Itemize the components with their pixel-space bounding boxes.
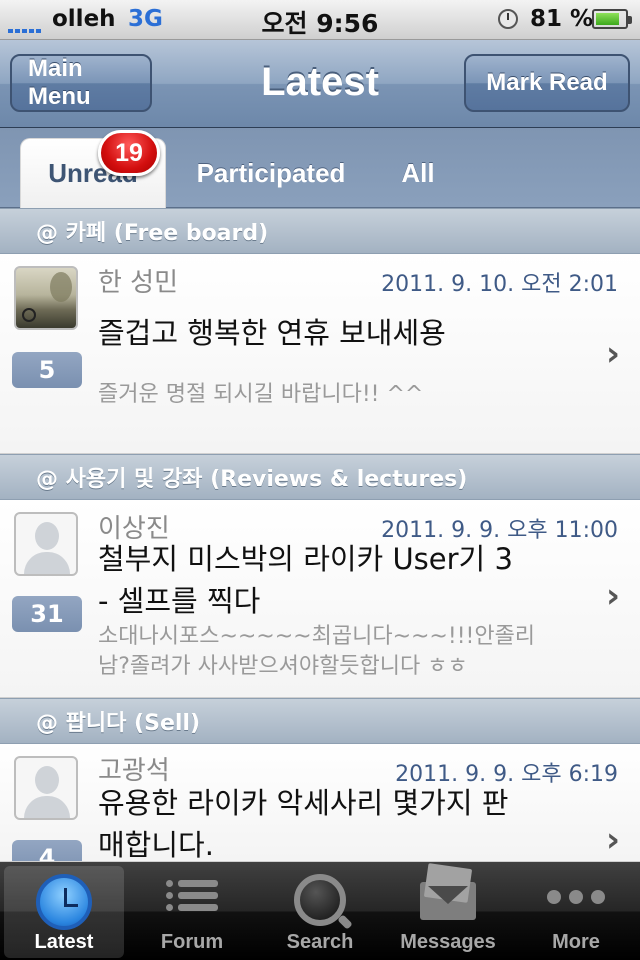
tabbar-latest[interactable]: Latest	[4, 866, 124, 958]
post-preview: 즐거운 명절 되시길 바랍니다!! ^^	[98, 382, 424, 407]
tabbar-label: Forum	[160, 931, 224, 953]
section-header-free-board: @ 카페 (Free board)	[0, 208, 640, 254]
post-title-line: 철부지 미스박의 라이카 User기 3	[98, 542, 513, 576]
unread-count-badge: 19	[98, 130, 160, 176]
tabbar-search[interactable]: Search	[260, 866, 380, 958]
avatar	[14, 512, 78, 576]
filter-tabs: Unread Participated All	[0, 128, 640, 208]
post-title-line: - 셀프를 찍다	[98, 584, 261, 618]
reply-count-badge: 5	[12, 352, 82, 388]
post-title-line: 매합니다.	[98, 828, 214, 862]
tabbar-messages[interactable]: Messages	[388, 866, 508, 958]
navigation-bar: Main Menu Latest Mark Read	[0, 40, 640, 128]
chevron-right-icon: ›	[605, 820, 620, 860]
post-title: 유용한 라이카 악세사리 몇가지 판 매합니다.	[98, 782, 588, 862]
tabbar-label: More	[552, 931, 600, 953]
post-preview-line: 남?졸려가 사사받으셔야할듯합니다 ㅎㅎ	[98, 654, 468, 679]
post-date: 2011. 9. 10. 오전 2:01	[381, 272, 618, 297]
tabbar-label: Search	[286, 931, 354, 953]
post-title: 철부지 미스박의 라이카 User기 3 - 셀프를 찍다	[98, 538, 588, 622]
more-dots-icon	[547, 890, 605, 904]
list-icon	[166, 880, 218, 924]
tab-all[interactable]: All	[376, 138, 460, 208]
clock-icon	[36, 874, 92, 930]
tabbar-label: Messages	[400, 931, 496, 953]
mark-read-button[interactable]: Mark Read	[464, 54, 630, 112]
tabbar-more[interactable]: More	[516, 866, 636, 958]
post-title-line: 유용한 라이카 악세사리 몇가지 판	[98, 786, 509, 820]
section-header-sell: @ 팝니다 (Sell)	[0, 698, 640, 744]
status-bar: olleh 3G 오전 9:56 81 %	[0, 0, 640, 40]
battery-percent: 81 %	[530, 6, 594, 32]
reply-count-badge: 31	[12, 596, 82, 632]
list-item[interactable]: 5 한 성민 2011. 9. 10. 오전 2:01 즐겁고 행복한 연휴 보…	[0, 254, 640, 454]
list-item[interactable]: 4 고광석 2011. 9. 9. 오후 6:19 유용한 라이카 악세사리 몇…	[0, 744, 640, 862]
bottom-tab-bar: Latest Forum Search Messages More	[0, 862, 640, 960]
reply-count-badge: 4	[12, 840, 82, 861]
search-icon	[294, 874, 346, 926]
tabbar-forum[interactable]: Forum	[132, 866, 252, 958]
post-preview: 소대나시포스~~~~~최곱니다~~~!!!안졸리 남?졸려가 사사받으셔야할듯합…	[98, 622, 588, 682]
avatar	[14, 266, 78, 330]
author-name: 한 성민	[98, 268, 179, 298]
chevron-right-icon: ›	[605, 576, 620, 616]
alarm-clock-icon	[498, 9, 518, 29]
list-item[interactable]: 31 이상진 2011. 9. 9. 오후 11:00 철부지 미스박의 라이카…	[0, 500, 640, 698]
tab-participated[interactable]: Participated	[176, 138, 366, 208]
tabbar-label: Latest	[34, 931, 94, 953]
section-header-reviews: @ 사용기 및 강좌 (Reviews & lectures)	[0, 454, 640, 500]
envelope-icon	[420, 882, 476, 920]
avatar	[14, 756, 78, 820]
post-title: 즐겁고 행복한 연휴 보내세용	[98, 316, 446, 350]
battery-icon	[592, 9, 632, 29]
post-preview-line: 소대나시포스~~~~~최곱니다~~~!!!안졸리	[98, 624, 536, 649]
chevron-right-icon: ›	[605, 334, 620, 374]
